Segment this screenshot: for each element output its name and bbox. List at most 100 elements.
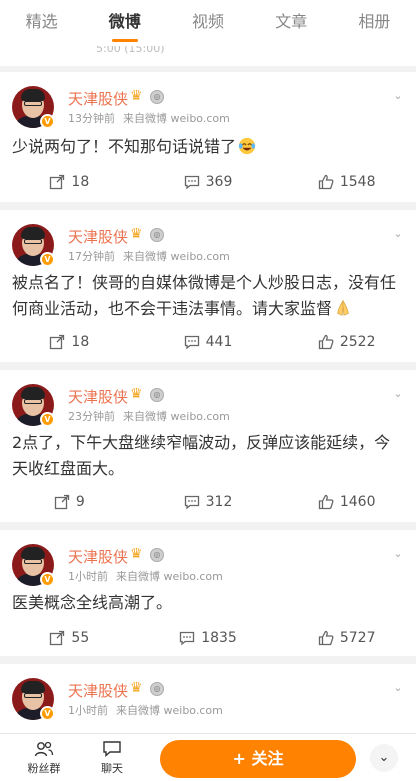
repost-icon <box>50 630 65 646</box>
post-time: 17分钟前 <box>68 250 115 263</box>
repost-count: 18 <box>71 334 90 350</box>
comment-count: 369 <box>205 174 233 190</box>
comment-icon <box>184 175 199 190</box>
post-source: 来自微博 weibo.com <box>123 250 230 263</box>
post-card[interactable]: V 天津股侠 ♛ ◎ 13分钟前 来自微博 weibo.com ⌄ 少说两句了！不… <box>0 72 416 202</box>
comment-button[interactable]: 369 <box>139 174 278 190</box>
profile-tabs: 精选 微博 视频 文章 相册 <box>0 0 416 46</box>
repost-button[interactable]: 18 <box>0 174 139 190</box>
silver-medal-icon: ◎ <box>150 228 164 242</box>
verified-badge-icon: V <box>40 572 55 587</box>
chevron-down-icon[interactable]: ⌄ <box>392 228 404 240</box>
post-meta: 23分钟前 来自微博 weibo.com <box>68 408 230 424</box>
bottom-action-bar: 粉丝群 聊天 + 关注 ⌄ <box>0 733 416 781</box>
verified-badge-icon: V <box>40 114 55 129</box>
post-actions: 9 312 1460 <box>0 482 416 522</box>
post-meta: 17分钟前 来自微博 weibo.com <box>68 248 230 264</box>
silver-medal-icon: ◎ <box>150 90 164 104</box>
post-source: 来自微博 weibo.com <box>123 410 230 423</box>
post-actions: 55 1835 5727 <box>0 618 416 658</box>
chat-icon <box>103 741 121 758</box>
post-card[interactable]: V 天津股侠 ♛ ◎ 1小时前 来自微博 weibo.com ⌄ 医美概念全线高潮… <box>0 530 416 656</box>
comment-count: 441 <box>205 334 233 350</box>
repost-icon <box>54 494 70 510</box>
tab-articles[interactable]: 文章 <box>250 0 333 46</box>
crown-medal-icon: ♛ <box>130 386 143 402</box>
silver-medal-icon: ◎ <box>150 388 164 402</box>
thumbs-up-icon <box>318 334 334 350</box>
post-source: 来自微博 weibo.com <box>116 704 223 717</box>
silver-medal-icon: ◎ <box>150 548 164 562</box>
tab-video[interactable]: 视频 <box>166 0 249 46</box>
chevron-down-icon[interactable]: ⌄ <box>392 682 404 694</box>
post-source: 来自微博 weibo.com <box>123 112 230 125</box>
post-text: 被点名了！侠哥的自媒体微博是个人炒股日志，没有任何商业活动，也不会干违法事情。请… <box>12 270 404 322</box>
repost-button[interactable]: 9 <box>0 494 139 510</box>
medals: ♛ ◎ <box>130 546 164 562</box>
post-time: 13分钟前 <box>68 112 115 125</box>
comment-count: 1835 <box>201 630 237 646</box>
post-card[interactable]: V 天津股侠 ♛ ◎ 17分钟前 来自微博 weibo.com ⌄ 被点名了！侠哥… <box>0 210 416 362</box>
like-button[interactable]: 1460 <box>277 494 416 510</box>
medals: ♛ ◎ <box>130 680 164 696</box>
medals: ♛ ◎ <box>130 88 164 104</box>
tab-weibo[interactable]: 微博 <box>83 0 166 46</box>
silver-medal-icon: ◎ <box>150 682 164 696</box>
chevron-down-icon[interactable]: ⌄ <box>392 548 404 560</box>
repost-count: 18 <box>71 174 90 190</box>
comment-button[interactable]: 1835 <box>139 630 278 646</box>
author-name[interactable]: 天津股侠 <box>68 680 128 701</box>
post-text-content: 少说两句了！不知那句话说错了 <box>12 137 237 156</box>
thumbs-up-icon <box>318 630 334 646</box>
post-card[interactable]: V 天津股侠 ♛ ◎ 23分钟前 来自微博 weibo.com ⌄ 2点了，下午大… <box>0 370 416 522</box>
comment-button[interactable]: 312 <box>139 494 278 510</box>
repost-count: 9 <box>75 494 85 510</box>
like-button[interactable]: 2522 <box>277 334 416 350</box>
repost-count: 55 <box>71 630 90 646</box>
author-name[interactable]: 天津股侠 <box>68 226 128 247</box>
post-actions: 18 441 2522 <box>0 322 416 362</box>
comment-icon <box>184 495 199 510</box>
thumbs-up-icon <box>318 174 334 190</box>
post-meta: 1小时前 来自微博 weibo.com <box>68 702 223 718</box>
thumbs-up-icon <box>318 494 334 510</box>
tab-album[interactable]: 相册 <box>333 0 416 46</box>
chat-button[interactable]: 聊天 <box>92 740 132 776</box>
post-meta: 1小时前 来自微博 weibo.com <box>68 568 223 584</box>
post-time: 1小时前 <box>68 570 108 583</box>
praying-hands-emoji-icon <box>337 299 349 316</box>
crown-medal-icon: ♛ <box>130 226 143 242</box>
repost-button[interactable]: 18 <box>0 334 139 350</box>
verified-badge-icon: V <box>40 252 55 267</box>
chevron-down-icon[interactable]: ⌄ <box>392 90 404 102</box>
comment-icon <box>180 631 195 646</box>
like-count: 5727 <box>339 630 376 646</box>
fans-group-label: 粉丝群 <box>27 762 61 775</box>
author-name[interactable]: 天津股侠 <box>68 88 128 109</box>
post-source: 来自微博 weibo.com <box>116 570 223 583</box>
like-count: 2522 <box>339 334 376 350</box>
repost-icon <box>50 334 65 350</box>
repost-button[interactable]: 55 <box>0 630 139 646</box>
post-time: 1小时前 <box>68 704 108 717</box>
crown-medal-icon: ♛ <box>130 546 143 562</box>
tab-featured[interactable]: 精选 <box>0 0 83 46</box>
like-count: 1460 <box>339 494 376 510</box>
chevron-down-icon[interactable]: ⌄ <box>392 388 404 400</box>
comment-button[interactable]: 441 <box>139 334 278 350</box>
crown-medal-icon: ♛ <box>130 88 143 104</box>
chevron-down-icon[interactable]: ⌄ <box>370 744 398 772</box>
follow-button[interactable]: + 关注 <box>160 740 356 778</box>
fans-group-button[interactable]: 粉丝群 <box>24 740 64 776</box>
previous-post-remnant: 5:00 (15:00) <box>0 46 416 66</box>
post-meta: 13分钟前 来自微博 weibo.com <box>68 110 230 126</box>
verified-badge-icon: V <box>40 706 55 721</box>
comment-icon <box>184 335 199 350</box>
post-card[interactable]: V 天津股侠 ♛ ◎ 1小时前 来自微博 weibo.com ⌄ <box>0 664 416 744</box>
author-name[interactable]: 天津股侠 <box>68 386 128 407</box>
like-button[interactable]: 1548 <box>277 174 416 190</box>
like-button[interactable]: 5727 <box>277 630 416 646</box>
post-text: 医美概念全线高潮了。 <box>12 593 173 612</box>
crown-medal-icon: ♛ <box>130 680 143 696</box>
author-name[interactable]: 天津股侠 <box>68 546 128 567</box>
